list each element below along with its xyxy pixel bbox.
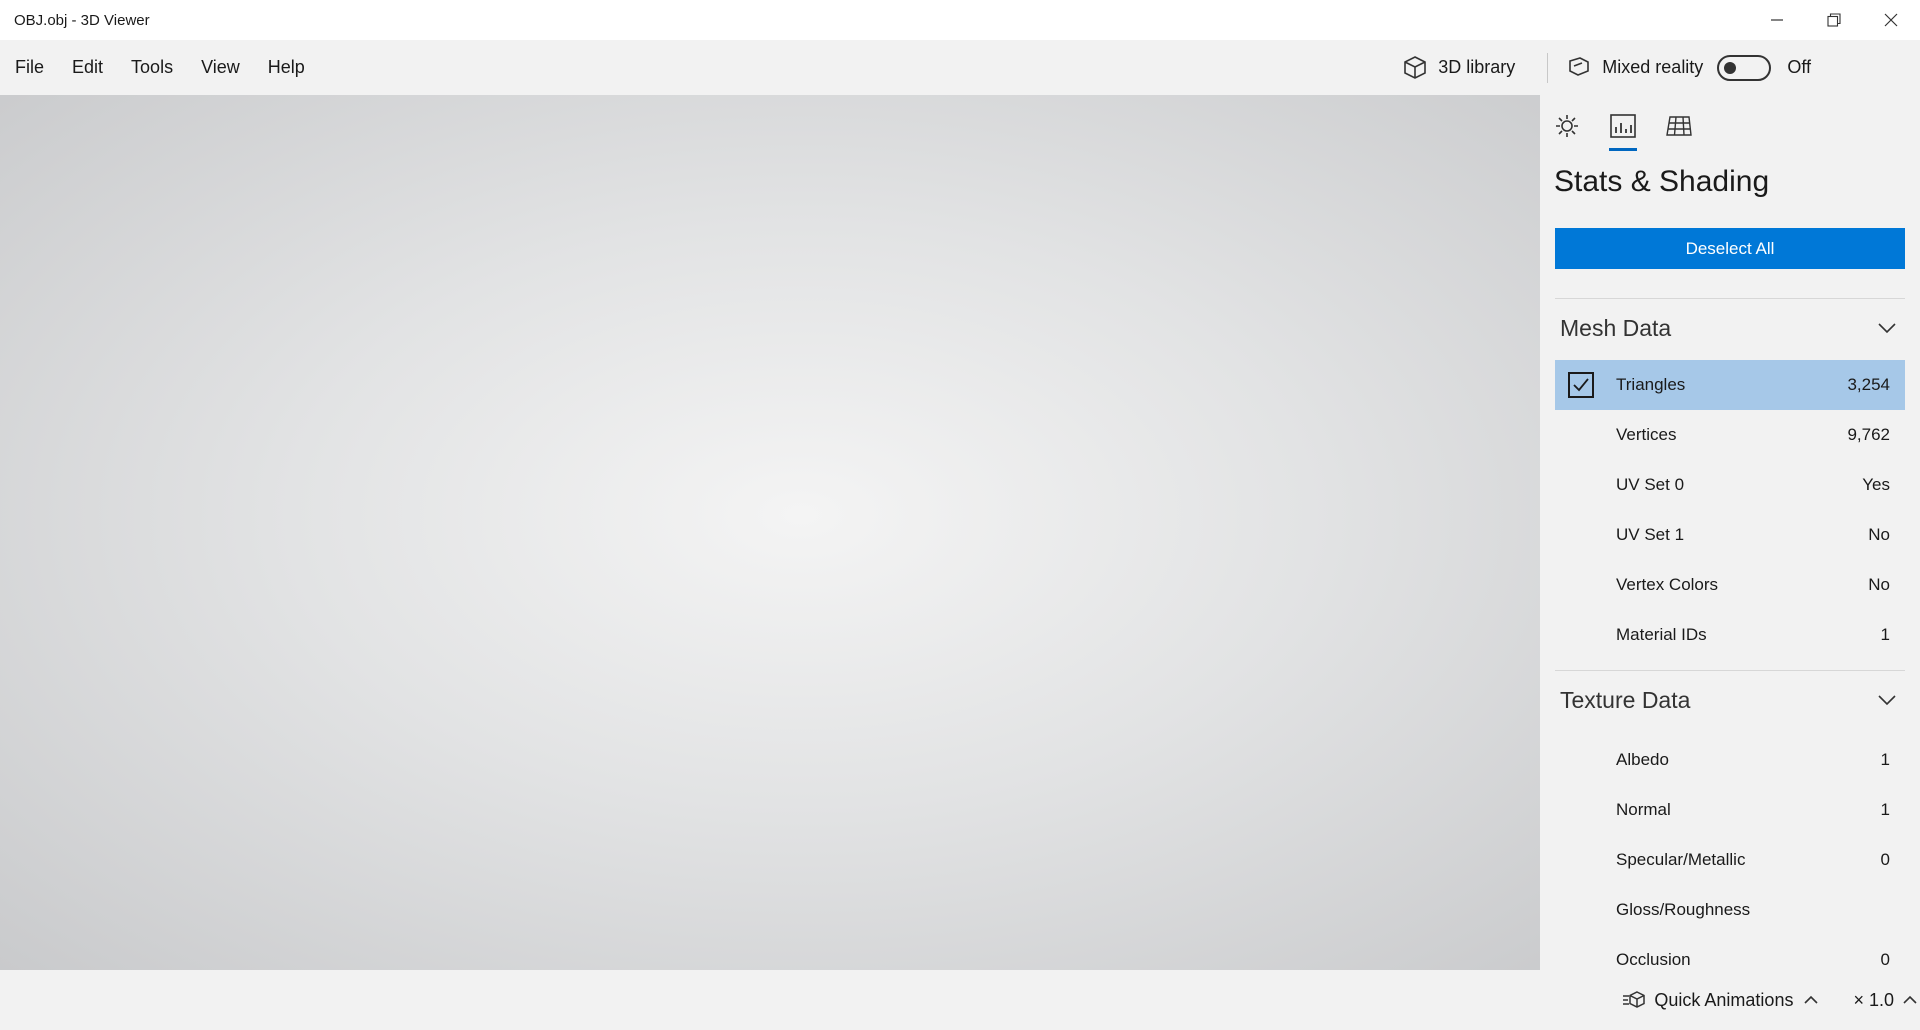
title-bar: OBJ.obj - 3D Viewer bbox=[0, 0, 1920, 40]
texture-row-specular-metallic[interactable]: Specular/Metallic 0 bbox=[1555, 835, 1905, 885]
chevron-down-icon bbox=[1878, 323, 1896, 334]
texture-data-header[interactable]: Texture Data bbox=[1555, 680, 1905, 720]
quick-animations-button[interactable]: Quick Animations bbox=[1622, 990, 1819, 1011]
texture-row-occlusion[interactable]: Occlusion 0 bbox=[1555, 935, 1905, 970]
row-name: Gloss/Roughness bbox=[1616, 900, 1751, 919]
section-divider bbox=[1555, 670, 1905, 671]
menu-help[interactable]: Help bbox=[254, 40, 319, 95]
deselect-all-button[interactable]: Deselect All bbox=[1555, 228, 1905, 269]
lighting-tab[interactable] bbox=[1552, 111, 1582, 141]
row-name: Triangles bbox=[1616, 375, 1686, 394]
close-button[interactable] bbox=[1862, 0, 1920, 40]
mesh-data-header[interactable]: Mesh Data bbox=[1555, 308, 1905, 348]
menu-file[interactable]: File bbox=[0, 40, 58, 95]
row-name: Vertices bbox=[1616, 425, 1677, 444]
texture-row-normal[interactable]: Normal 1 bbox=[1555, 785, 1905, 835]
mixed-reality-icon bbox=[1569, 56, 1590, 76]
row-value: 1 bbox=[1880, 625, 1890, 644]
menu-tools[interactable]: Tools bbox=[117, 40, 187, 95]
panel-tabs bbox=[1540, 95, 1920, 155]
row-name: Specular/Metallic bbox=[1616, 850, 1746, 869]
mixed-reality-button[interactable]: Mixed reality bbox=[1566, 40, 1703, 95]
triangles-checkbox[interactable] bbox=[1568, 372, 1594, 398]
cube-icon bbox=[1404, 55, 1427, 79]
row-name: UV Set 1 bbox=[1616, 525, 1685, 544]
row-value: 1 bbox=[1880, 800, 1890, 819]
menu-view[interactable]: View bbox=[187, 40, 254, 95]
texture-row-gloss-roughness[interactable]: Gloss/Roughness bbox=[1555, 885, 1905, 935]
menu-edit[interactable]: Edit bbox=[58, 40, 117, 95]
texture-data-label: Texture Data bbox=[1560, 686, 1691, 713]
row-name: Occlusion bbox=[1616, 950, 1691, 969]
mesh-row-vertices[interactable]: Vertices 9,762 bbox=[1555, 410, 1905, 460]
row-value: No bbox=[1868, 525, 1890, 544]
row-name: Normal bbox=[1616, 800, 1671, 819]
toolbar: 3D library Mixed reality Off bbox=[1402, 40, 1811, 95]
3d-viewport[interactable] bbox=[0, 95, 1540, 970]
mixed-reality-label: Mixed reality bbox=[1602, 57, 1704, 77]
row-name: Vertex Colors bbox=[1616, 575, 1719, 594]
lighting-icon bbox=[1556, 115, 1578, 137]
texture-row-albedo[interactable]: Albedo 1 bbox=[1555, 735, 1905, 785]
side-panel: Stats & Shading Deselect All Mesh Data T… bbox=[1540, 95, 1920, 970]
chevron-up-icon bbox=[1804, 995, 1819, 1004]
mesh-data-label: Mesh Data bbox=[1560, 314, 1672, 341]
quick-animations-label: Quick Animations bbox=[1654, 989, 1794, 1010]
chevron-down-icon bbox=[1878, 695, 1896, 706]
row-value: 9,762 bbox=[1847, 425, 1890, 444]
3d-library-label: 3D library bbox=[1438, 57, 1516, 77]
minimize-button[interactable] bbox=[1748, 0, 1806, 40]
minimize-icon bbox=[1771, 19, 1783, 21]
restore-icon bbox=[1827, 13, 1841, 27]
row-value: No bbox=[1868, 575, 1890, 594]
mixed-reality-toggle[interactable] bbox=[1717, 54, 1772, 81]
speed-label: × 1.0 bbox=[1853, 989, 1894, 1010]
grid-tab[interactable] bbox=[1664, 111, 1694, 141]
panel-title: Stats & Shading bbox=[1554, 165, 1770, 198]
row-value: 3,254 bbox=[1847, 375, 1890, 394]
section-divider bbox=[1555, 298, 1905, 299]
row-name: UV Set 0 bbox=[1616, 475, 1685, 494]
toolbar-divider bbox=[1547, 52, 1549, 83]
stats-icon bbox=[1610, 114, 1636, 138]
chevron-up-icon bbox=[1903, 995, 1917, 1004]
mesh-row-uv-set-1[interactable]: UV Set 1 No bbox=[1555, 510, 1905, 560]
row-value: Yes bbox=[1862, 475, 1890, 494]
status-bar: Quick Animations × 1.0 bbox=[0, 970, 1920, 1030]
restore-button[interactable] bbox=[1805, 0, 1863, 40]
3d-library-button[interactable]: 3D library bbox=[1402, 40, 1515, 95]
row-name: Material IDs bbox=[1616, 625, 1707, 644]
row-value: 1 bbox=[1880, 750, 1890, 769]
mesh-row-material-ids[interactable]: Material IDs 1 bbox=[1555, 610, 1905, 660]
stats-tab[interactable] bbox=[1608, 111, 1638, 151]
mesh-row-vertex-colors[interactable]: Vertex Colors No bbox=[1555, 560, 1905, 610]
row-value: 0 bbox=[1880, 850, 1890, 869]
speed-button[interactable]: × 1.0 bbox=[1853, 990, 1918, 1011]
mixed-reality-state: Off bbox=[1787, 57, 1811, 77]
checkmark-icon bbox=[1573, 378, 1589, 392]
row-name: Albedo bbox=[1616, 750, 1669, 769]
grid-icon bbox=[1666, 116, 1692, 136]
mesh-row-uv-set-0[interactable]: UV Set 0 Yes bbox=[1555, 460, 1905, 510]
close-icon bbox=[1884, 13, 1898, 27]
row-value: 0 bbox=[1880, 950, 1890, 969]
animation-icon bbox=[1623, 991, 1646, 1008]
window-title: OBJ.obj - 3D Viewer bbox=[14, 11, 150, 29]
mesh-row-triangles[interactable]: Triangles 3,254 bbox=[1555, 360, 1905, 410]
